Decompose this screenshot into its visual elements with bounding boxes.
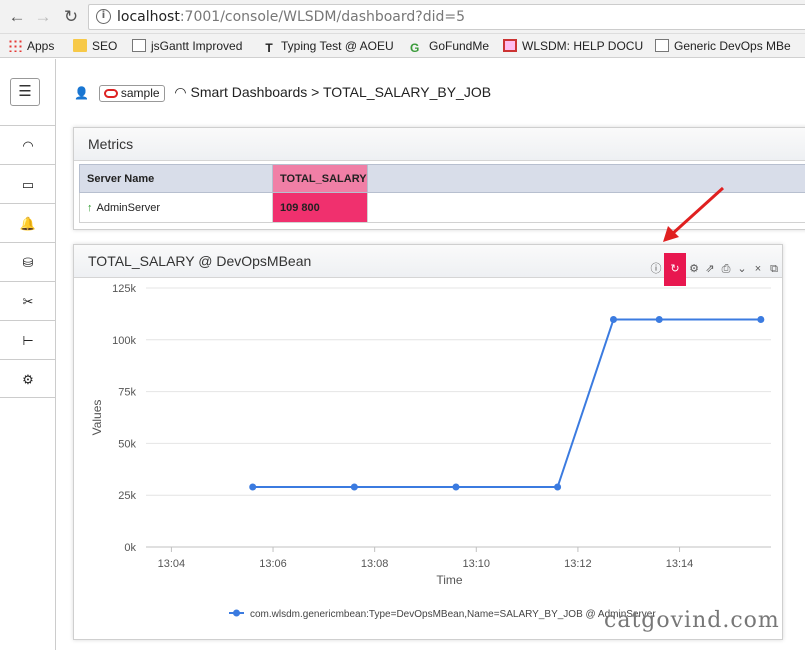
y-tick-label: 50k bbox=[118, 438, 136, 450]
breadcrumb-section[interactable]: Smart Dashboards bbox=[191, 84, 308, 100]
annotation-arrow bbox=[663, 186, 725, 242]
database-icon: ⛁ bbox=[22, 255, 34, 270]
empty-cell bbox=[366, 192, 805, 223]
y-axis-label: Values bbox=[90, 400, 104, 436]
data-point bbox=[757, 315, 765, 323]
url-host: localhost bbox=[117, 9, 180, 25]
bookmark-wlsdm-help[interactable]: WLSDM: HELP DOCU bbox=[503, 38, 643, 54]
bookmark-label: GoFundMe bbox=[429, 39, 490, 53]
sidebar-item-alarms[interactable]: 🔔 bbox=[0, 203, 56, 242]
dashboard-gauge-icon: ◠ bbox=[22, 138, 34, 153]
sidebar-item-dashboards[interactable]: ◠ bbox=[0, 125, 56, 164]
typing-icon: T bbox=[265, 41, 273, 55]
total-salary-value: 109 800 bbox=[272, 192, 368, 223]
address-bar-input[interactable]: i localhost:7001/console/WLSDM/dashboard… bbox=[88, 4, 805, 30]
sidebar-item-tools[interactable]: ✂ bbox=[0, 281, 56, 320]
bookmark-label: WLSDM: HELP DOCU bbox=[522, 39, 644, 53]
url-path: :7001/console/WLSDM/dashboard?did=5 bbox=[179, 9, 466, 25]
data-point bbox=[452, 483, 460, 491]
line-chart: 0k 25k 50k 75k 100k 125k 13:04 13:06 13:08 13:10 1… bbox=[90, 283, 771, 620]
x-tick-label: 13:14 bbox=[666, 558, 694, 570]
folder-icon bbox=[73, 39, 87, 52]
bookmark-seo[interactable]: SEO bbox=[73, 38, 117, 54]
alarm-bell-icon: 🔔 bbox=[19, 216, 37, 231]
site-info-icon[interactable]: i bbox=[96, 9, 111, 24]
column-header-total-salary[interactable]: TOTAL_SALARY bbox=[272, 164, 368, 193]
server-cell: ↑ AdminServer bbox=[79, 192, 273, 223]
hamburger-menu-icon[interactable]: ☰ bbox=[10, 78, 40, 106]
column-header-server[interactable]: Server Name bbox=[79, 164, 273, 193]
x-axis-label: Time bbox=[436, 573, 463, 587]
chart-panel: TOTAL_SALARY @ DevOpsMBean ⓘ ↻ ⚙ ⇗ ⎙ ⌄ × ⧉ 0k 25… bbox=[73, 244, 783, 640]
chart-panel-title: TOTAL_SALARY @ DevOpsMBean bbox=[88, 253, 312, 269]
bookmark-generic-devops[interactable]: Generic DevOps MBe bbox=[655, 38, 791, 54]
page-icon bbox=[655, 39, 669, 52]
data-point bbox=[554, 483, 562, 491]
user-icon[interactable]: 👤 bbox=[74, 86, 89, 100]
sidebar-item-settings[interactable]: ⚙ bbox=[0, 359, 56, 398]
domain-badge[interactable]: sample bbox=[98, 85, 165, 102]
settings-gear-icon: ⚙ bbox=[22, 372, 34, 387]
x-tick-label: 13:04 bbox=[158, 558, 186, 570]
y-tick-label: 25k bbox=[118, 490, 136, 502]
x-tick-label: 13:12 bbox=[564, 558, 592, 570]
metrics-panel-title: Metrics bbox=[74, 128, 805, 161]
forward-arrow-icon[interactable]: → bbox=[32, 6, 54, 28]
series-line bbox=[252, 318, 761, 489]
tools-icon: ✂ bbox=[22, 294, 34, 309]
x-tick-label: 13:08 bbox=[361, 558, 389, 570]
data-point bbox=[655, 315, 663, 323]
column-header-spacer bbox=[366, 164, 805, 193]
speedometer-icon: ◠ bbox=[174, 84, 187, 100]
bookmark-typing-test[interactable]: T Typing Test @ AOEU bbox=[262, 38, 394, 55]
bookmark-jsgantt[interactable]: jsGantt Improved bbox=[132, 38, 242, 54]
sidebar-item-hierarchy[interactable]: ⊢ bbox=[0, 320, 56, 359]
sidebar: ☰ ◠ ▭ 🔔 ⛁ ✂ ⊢ ⚙ bbox=[0, 59, 56, 650]
x-tick-label: 13:06 bbox=[259, 558, 287, 570]
sidebar-item-database[interactable]: ⛁ bbox=[0, 242, 56, 281]
reload-icon[interactable]: ↻ bbox=[60, 6, 82, 28]
x-tick-label: 13:10 bbox=[463, 558, 491, 570]
data-point bbox=[249, 483, 257, 491]
server-name: AdminServer bbox=[96, 201, 161, 214]
data-point bbox=[609, 315, 617, 323]
bookmark-label: Apps bbox=[27, 39, 55, 53]
y-tick-label: 75k bbox=[118, 387, 136, 399]
monitor-icon: ▭ bbox=[21, 177, 35, 192]
bookmark-label: Typing Test @ AOEU bbox=[281, 39, 394, 53]
status-up-arrow-icon: ↑ bbox=[87, 201, 93, 214]
bookmark-label: SEO bbox=[92, 39, 118, 53]
bookmark-label: Generic DevOps MBe bbox=[674, 39, 791, 53]
gofundme-icon: G bbox=[410, 41, 420, 55]
oracle-logo-icon bbox=[103, 89, 118, 98]
browser-toolbar: ← → ↻ i localhost:7001/console/WLSDM/das… bbox=[0, 0, 805, 34]
sidebar-item-monitor[interactable]: ▭ bbox=[0, 164, 56, 203]
breadcrumb-page: TOTAL_SALARY_BY_JOB bbox=[322, 84, 492, 100]
y-tick-label: 100k bbox=[112, 335, 136, 347]
y-tick-label: 125k bbox=[112, 283, 136, 295]
back-arrow-icon[interactable]: ← bbox=[6, 6, 28, 28]
bookmark-gofundme[interactable]: G GoFundMe bbox=[410, 38, 490, 55]
breadcrumb: 👤 sample ◠ Smart Dashboards > TOTAL_SALA… bbox=[74, 84, 491, 106]
data-point bbox=[350, 483, 358, 491]
legend-marker bbox=[233, 609, 240, 617]
legend-label: com.wlsdm.genericmbean:Type=DevOpsMBean,… bbox=[250, 609, 656, 620]
wlsdm-icon bbox=[503, 39, 517, 52]
hierarchy-icon: ⊢ bbox=[22, 333, 34, 348]
bookmark-apps[interactable]: Apps bbox=[8, 38, 54, 54]
watermark-text: catgovind.com bbox=[604, 608, 780, 633]
y-tick-label: 0k bbox=[124, 542, 136, 554]
breadcrumb-separator: > bbox=[311, 84, 320, 100]
bookmark-label: jsGantt Improved bbox=[151, 39, 243, 53]
domain-badge-label: sample bbox=[120, 86, 160, 100]
bookmarks-bar: Apps SEO jsGantt Improved T Typing Test @… bbox=[0, 34, 805, 58]
page-icon bbox=[132, 39, 146, 52]
apps-icon bbox=[8, 39, 22, 52]
